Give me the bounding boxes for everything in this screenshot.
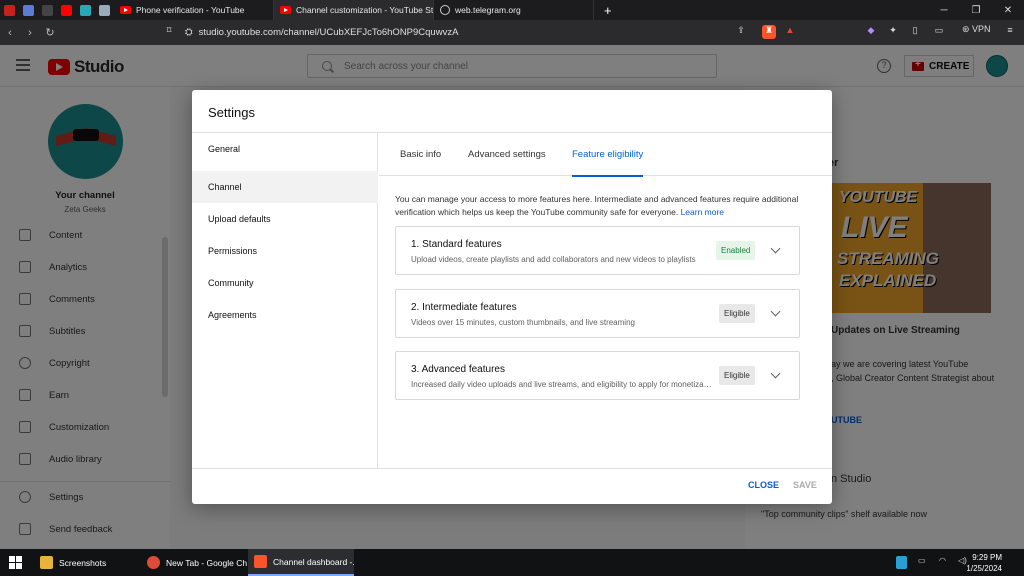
- settings-nav-general[interactable]: General: [192, 133, 378, 165]
- bookmark-icon[interactable]: ⌑: [162, 25, 176, 39]
- taskbar-app-brave[interactable]: Channel dashboard -...: [248, 549, 354, 576]
- windows-taskbar: Screenshots New Tab - Google Ch... Chann…: [0, 549, 1024, 576]
- pinned-tab-3[interactable]: [38, 0, 57, 20]
- gmail-icon: [4, 4, 15, 16]
- url-field[interactable]: ⛭ studio.youtube.com/channel/UCubXEFJcTo…: [185, 23, 752, 42]
- vpn-button[interactable]: ⊛ VPN: [962, 24, 991, 35]
- link-icon: [42, 4, 53, 16]
- close-button[interactable]: CLOSE: [748, 480, 779, 490]
- taskbar-app-screenshots[interactable]: Screenshots: [34, 549, 140, 576]
- learn-more-link[interactable]: Learn more: [681, 207, 724, 217]
- tab-title: Channel customization - YouTube Stu: [296, 5, 434, 15]
- youtube-icon: [120, 6, 131, 14]
- clock-time: 9:29 PM: [972, 553, 1002, 562]
- pinned-tab-2[interactable]: [19, 0, 38, 20]
- status-badge-eligible: Eligible: [719, 366, 755, 385]
- sidebar-icon[interactable]: ▯: [908, 25, 922, 39]
- wallet-icon[interactable]: ▭: [932, 25, 946, 39]
- taskbar-app-label: Channel dashboard -...: [273, 556, 354, 567]
- tray-app-icon[interactable]: [896, 556, 907, 569]
- clock-date: 1/25/2024: [966, 564, 1002, 573]
- minimize-button[interactable]: ─: [928, 5, 960, 16]
- app-icon: [23, 4, 34, 16]
- chevron-down-icon[interactable]: [770, 368, 781, 379]
- settings-nav-community[interactable]: Community: [192, 267, 378, 299]
- youtube-icon: [280, 6, 291, 14]
- dialog-title: Settings: [208, 105, 255, 120]
- brave-rewards-icon[interactable]: ▲: [783, 25, 797, 39]
- chevron-down-icon[interactable]: [770, 243, 781, 254]
- menu-icon[interactable]: ≡: [1003, 25, 1017, 39]
- pinned-tab-gmail[interactable]: [0, 0, 19, 20]
- tab-basic-info[interactable]: Basic info: [400, 133, 441, 176]
- chrome-icon: [147, 556, 160, 569]
- folder-icon: [40, 556, 53, 569]
- new-tab-button[interactable]: +: [594, 3, 622, 18]
- puzzle-icon[interactable]: ✦: [886, 25, 900, 39]
- save-button[interactable]: SAVE: [793, 480, 817, 490]
- taskbar-app-label: Screenshots: [59, 557, 107, 568]
- feature-intermediate[interactable]: 2. Intermediate features Videos over 15 …: [395, 289, 800, 338]
- feature-title: 3. Advanced features: [411, 364, 505, 375]
- chevron-down-icon[interactable]: [770, 306, 781, 317]
- taskbar-app-label: New Tab - Google Ch...: [166, 557, 247, 568]
- divider: [192, 468, 832, 469]
- feature-standard[interactable]: 1. Standard features Upload videos, crea…: [395, 226, 800, 275]
- pinned-tab-5[interactable]: [76, 0, 95, 20]
- youtube-icon: [61, 4, 72, 16]
- reload-button[interactable]: ↻: [40, 26, 60, 39]
- app-icon: [80, 4, 91, 16]
- settings-nav-upload-defaults[interactable]: Upload defaults: [192, 203, 378, 235]
- wifi-icon[interactable]: ◠: [939, 556, 946, 569]
- address-bar-row: ‹ › ↻ ⌑ ⛭ studio.youtube.com/channel/UCu…: [0, 20, 1024, 45]
- settings-nav-agreements[interactable]: Agreements: [192, 299, 378, 331]
- taskbar-clock[interactable]: 9:29 PM 1/25/2024: [952, 552, 1002, 574]
- app-icon: [99, 4, 110, 16]
- eligibility-intro: You can manage your access to more featu…: [395, 193, 815, 219]
- maximize-button[interactable]: ❐: [960, 5, 992, 16]
- tab-telegram[interactable]: web.telegram.org: [434, 0, 594, 20]
- windows-start-icon[interactable]: [9, 556, 22, 569]
- channel-tabs: Basic info Advanced settings Feature eli…: [379, 133, 832, 177]
- status-badge-enabled: Enabled: [716, 241, 756, 260]
- taskbar-app-chrome[interactable]: New Tab - Google Ch...: [141, 549, 247, 576]
- settings-nav-channel[interactable]: Channel: [192, 171, 378, 203]
- tab-advanced-settings[interactable]: Advanced settings: [468, 133, 546, 176]
- feature-desc: Upload videos, create playlists and add …: [411, 255, 696, 264]
- close-window-button[interactable]: ✕: [992, 5, 1024, 16]
- feature-desc: Videos over 15 minutes, custom thumbnail…: [411, 318, 635, 327]
- pinned-tab-6[interactable]: [95, 0, 114, 20]
- brave-icon: [254, 555, 267, 568]
- back-button[interactable]: ‹: [0, 27, 20, 39]
- forward-button[interactable]: ›: [20, 27, 40, 39]
- settings-nav-permissions[interactable]: Permissions: [192, 235, 378, 267]
- feature-desc: Increased daily video uploads and live s…: [411, 380, 713, 389]
- feature-title: 1. Standard features: [411, 239, 502, 250]
- tab-title: Phone verification - YouTube: [136, 5, 245, 15]
- tab-feature-eligibility[interactable]: Feature eligibility: [572, 133, 644, 177]
- tab-channel-customization[interactable]: Channel customization - YouTube Stu: [274, 0, 434, 20]
- battery-icon[interactable]: ▭: [918, 556, 926, 569]
- url-text: studio.youtube.com/channel/UCubXEFJcTo6h…: [198, 27, 459, 38]
- site-info-icon[interactable]: ⛭: [185, 27, 193, 38]
- browser-tab-strip: Phone verification - YouTube Channel cus…: [0, 0, 1024, 20]
- feature-title: 2. Intermediate features: [411, 302, 517, 313]
- feature-advanced[interactable]: 3. Advanced features Increased daily vid…: [395, 351, 800, 400]
- vpn-label: VPN: [972, 24, 991, 34]
- extension-icon[interactable]: ◆: [864, 25, 878, 39]
- share-icon[interactable]: ⇪: [734, 25, 748, 39]
- window-controls: ─ ❐ ✕: [928, 0, 1024, 20]
- tab-title: web.telegram.org: [455, 5, 521, 15]
- tab-phone-verification[interactable]: Phone verification - YouTube: [114, 0, 274, 20]
- intro-text: You can manage your access to more featu…: [395, 194, 799, 217]
- globe-icon: [440, 5, 450, 15]
- pinned-tab-youtube[interactable]: [57, 0, 76, 20]
- brave-shields-icon[interactable]: ♜: [762, 25, 776, 39]
- settings-dialog: Settings General Channel Upload defaults…: [192, 90, 832, 504]
- status-badge-eligible: Eligible: [719, 304, 755, 323]
- settings-nav: General Channel Upload defaults Permissi…: [192, 133, 378, 468]
